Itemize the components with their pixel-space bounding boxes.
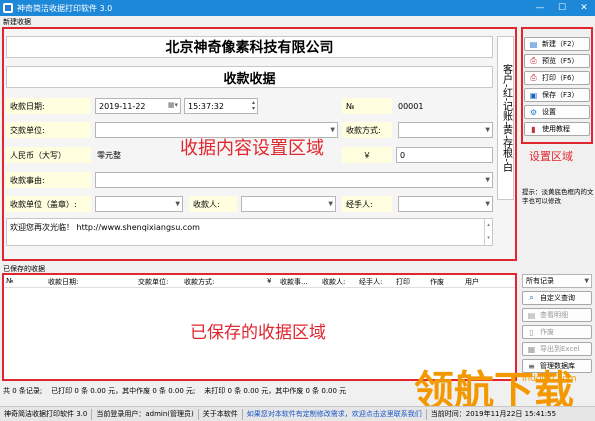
- chevron-down-icon: ▼: [485, 126, 490, 134]
- receipt-number: 00001: [398, 101, 424, 111]
- tutorial-button[interactable]: ▮ 使用教程: [524, 122, 590, 136]
- col-amount[interactable]: ¥: [267, 277, 271, 285]
- about-link[interactable]: 关于本软件: [199, 409, 242, 419]
- company-title-field[interactable]: 北京神奇像素科技有限公司: [6, 36, 493, 58]
- table-header: № 收款日期: 交款单位: 收款方式: ¥ 收款事... 收款人: 经手人: 打…: [4, 275, 515, 288]
- reason-select[interactable]: ▼: [95, 172, 493, 188]
- rmb-label[interactable]: 人民币（大写）: [6, 147, 91, 163]
- col-user[interactable]: 用户: [465, 277, 479, 287]
- minimize-button[interactable]: —: [529, 0, 551, 16]
- col-print[interactable]: 打印: [396, 277, 410, 287]
- content-area-annotation: 收据内容设置区域: [180, 138, 324, 159]
- unit-select[interactable]: ▼: [95, 196, 183, 212]
- col-payer[interactable]: 交款单位:: [138, 277, 168, 287]
- book-icon: ▮: [531, 124, 536, 134]
- chevron-down-icon: ▼: [330, 126, 335, 134]
- details-icon: ▤: [527, 310, 536, 320]
- preview-icon: ⎙: [530, 56, 537, 65]
- note-text: 欢迎您再次光临！ http://www.shenqixiangsu.com: [10, 223, 200, 232]
- date-picker[interactable]: 2019-11-22 ▦▾: [95, 98, 181, 114]
- chevron-down-icon: ▼: [175, 200, 180, 208]
- time-picker[interactable]: 15:37:32 ▴ ▾: [184, 98, 258, 114]
- status-user: 当前登录用户：admin(管理员): [96, 410, 194, 418]
- search-icon: ⌕: [529, 293, 534, 302]
- summary-text: 共 0 条记录; 已打印 0 条 0.00 元，其中作废 0 条 0.00 元;…: [3, 387, 347, 395]
- view-details-button[interactable]: ▤ 查看明细: [522, 308, 592, 322]
- preview-button[interactable]: ⎙ 预览（F5）: [524, 54, 590, 68]
- maximize-button[interactable]: ☐: [551, 0, 573, 16]
- new-button[interactable]: ▤ 新建（F2）: [524, 37, 590, 51]
- custom-query-button[interactable]: ⌕ 自定义查询: [522, 291, 592, 305]
- printer-icon: ⎙: [530, 73, 537, 82]
- chevron-down-icon: ▼: [328, 200, 333, 208]
- col-method[interactable]: 收款方式:: [184, 277, 214, 287]
- save-button[interactable]: ▣ 保存（F3）: [524, 88, 590, 102]
- section-new-label: 新建收据: [3, 18, 31, 26]
- filter-select[interactable]: 所有记录 ▼: [522, 274, 592, 288]
- window-title: 神奇简洁收据打印软件 3.0: [17, 3, 113, 13]
- reason-label[interactable]: 收款事由:: [6, 172, 91, 188]
- date-label[interactable]: 收款日期:: [6, 98, 91, 114]
- calendar-icon: ▦▾: [167, 101, 178, 109]
- method-select[interactable]: ▼: [398, 122, 493, 138]
- custom-contact-link[interactable]: 如果您对本软件有定制修改需求，欢迎点击这里联系我们: [243, 409, 426, 419]
- rmb-uppercase-value: 零元整: [97, 150, 121, 160]
- amount-input[interactable]: 0: [396, 147, 493, 163]
- col-number[interactable]: №: [6, 277, 13, 285]
- chevron-down-icon: ▼: [485, 200, 490, 208]
- note-textarea[interactable]: 欢迎您再次光临！ http://www.shenqixiangsu.com ▴ ▾: [6, 218, 493, 246]
- settings-icon: ⚙: [529, 107, 538, 117]
- col-handler[interactable]: 经手人:: [359, 277, 382, 287]
- save-icon: ▣: [529, 90, 538, 100]
- col-void[interactable]: 作废: [430, 277, 444, 287]
- void-button[interactable]: ▯ 作废: [522, 325, 592, 339]
- receiver-select[interactable]: ▼: [241, 196, 336, 212]
- copy-color-side-text[interactable]: 客户-红-记账-黄-存根-白: [497, 36, 514, 200]
- print-button[interactable]: ⎙ 打印（F6）: [524, 71, 590, 85]
- export-excel-button[interactable]: ▦ 导出到Excel: [522, 342, 592, 356]
- number-label[interactable]: №: [342, 98, 392, 114]
- close-button[interactable]: ✕: [573, 0, 595, 16]
- spinner-icon[interactable]: ▴ ▾: [252, 100, 255, 112]
- settings-area-annotation: 设置区域: [529, 150, 573, 163]
- app-icon: [3, 3, 13, 13]
- handler-label[interactable]: 经手人:: [342, 196, 392, 212]
- method-label[interactable]: 收款方式:: [342, 122, 392, 138]
- unit-seal-label[interactable]: 收款单位（盖章）:: [6, 196, 91, 212]
- new-doc-icon: ▤: [529, 39, 538, 49]
- title-bar: 神奇简洁收据打印软件 3.0 — ☐ ✕: [0, 0, 595, 16]
- chevron-down-icon: ▼: [485, 176, 490, 184]
- saved-area-annotation: 已保存的收据区域: [190, 323, 326, 343]
- handler-select[interactable]: ▼: [398, 196, 493, 212]
- chevron-down-icon: ▼: [584, 277, 589, 285]
- status-bar: 神奇简洁收据打印软件 3.0 当前登录用户：admin(管理员) 关于本软件 如…: [0, 406, 595, 421]
- scrollbar[interactable]: ▴ ▾: [484, 219, 492, 245]
- receiver-label[interactable]: 收款人:: [189, 196, 237, 212]
- watermark-url: lhdown.com: [522, 374, 577, 384]
- date-value: 2019-11-22: [99, 101, 146, 111]
- col-receiver[interactable]: 收款人:: [322, 277, 345, 287]
- yen-label[interactable]: ￥: [342, 147, 392, 163]
- hint-text: 提示：淡黄底色框内的文字也可以修改: [522, 188, 594, 205]
- time-value: 15:37:32: [188, 101, 224, 111]
- status-time: 当前时间：2019年11月22日 15:41:55: [430, 410, 557, 418]
- col-date[interactable]: 收款日期:: [48, 277, 78, 287]
- col-reason[interactable]: 收款事...: [280, 277, 308, 287]
- status-app-name: 神奇简洁收据打印软件 3.0: [4, 410, 88, 418]
- settings-button[interactable]: ⚙ 设置: [524, 105, 590, 119]
- receipt-title-field[interactable]: 收款收据: [6, 66, 493, 88]
- excel-icon: ▦: [527, 344, 536, 354]
- void-icon: ▯: [529, 327, 534, 337]
- payer-label[interactable]: 交款单位:: [6, 122, 91, 138]
